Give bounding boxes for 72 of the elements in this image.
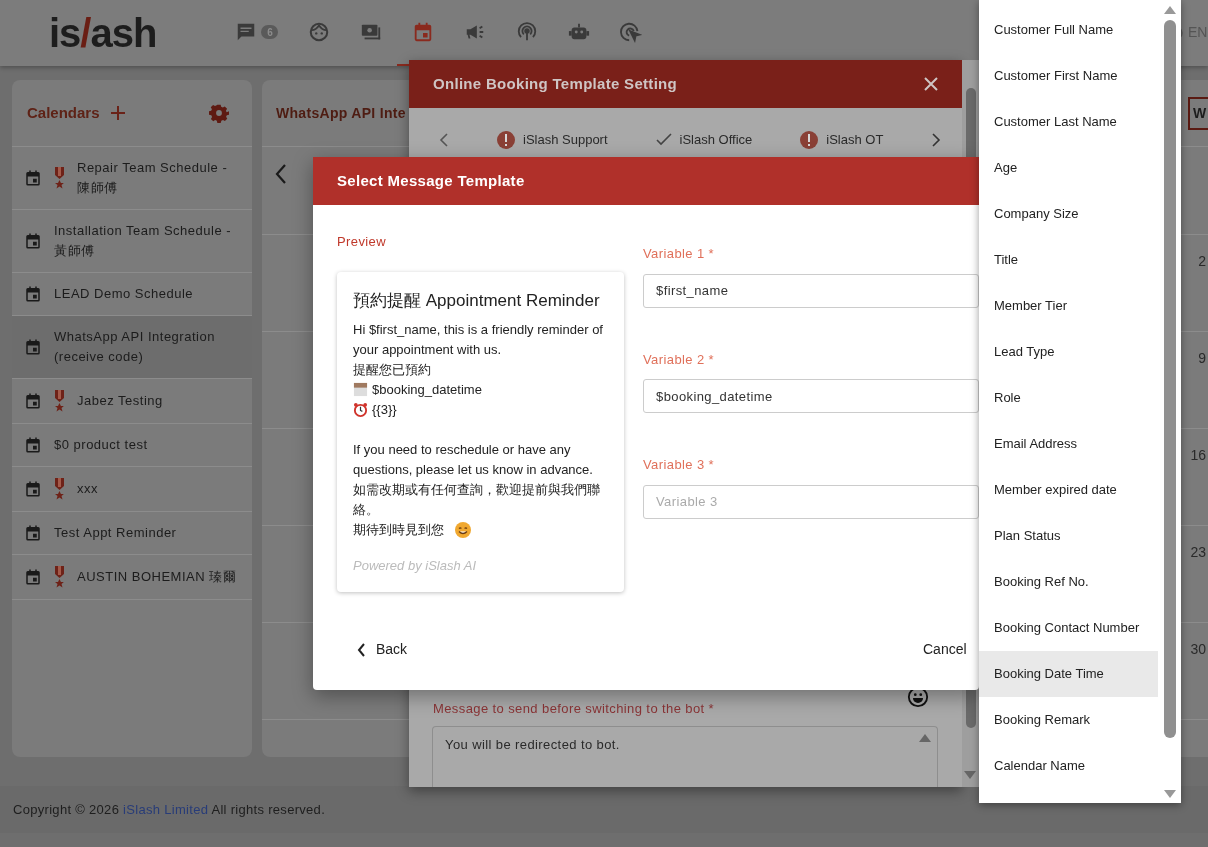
broadcast-icon — [516, 21, 539, 43]
preview-title: 預約提醒 Appointment Reminder — [353, 289, 601, 312]
copyright-text: Copyright © 2026 iSlash Limited All rights reserved. — [13, 800, 326, 819]
message-text: 提醒您已預約 — [353, 361, 431, 379]
message-text: 期待到時見到您 — [353, 521, 444, 539]
step-tab[interactable]: iSlash OT — [800, 130, 884, 150]
powered-by-text: Powered by iSlash AI — [353, 557, 478, 575]
check-icon — [655, 132, 672, 147]
add-icon[interactable] — [109, 105, 126, 121]
scroll-up-icon[interactable] — [1164, 6, 1176, 14]
calendar-icon — [24, 524, 42, 542]
preview-label: Preview — [337, 233, 388, 251]
face-icon — [308, 21, 331, 43]
calendar-icon — [24, 436, 42, 454]
message-text: $booking_datetime — [372, 381, 482, 399]
calendar-icon — [24, 480, 42, 498]
warning-icon — [800, 130, 819, 149]
calendar-list-item[interactable]: $0 product test — [12, 424, 252, 467]
field-label: Variable 1 * — [643, 245, 716, 263]
dialog-title: Online Booking Template Setting — [433, 73, 678, 94]
variable-field[interactable]: $first_name — [643, 273, 979, 308]
calendar-title: WhatsApp API Inte — [276, 103, 406, 123]
cancel-button[interactable]: Cancel — [919, 637, 971, 662]
scroll-down-icon[interactable] — [1164, 790, 1176, 798]
menu-item[interactable]: Booking Date Time — [979, 651, 1158, 697]
day-number: 9 — [1198, 349, 1206, 368]
calendar-list-item[interactable]: AUSTIN BOHEMIAN 瑧爾 — [12, 555, 252, 600]
dialog-title: Select Message Template — [337, 170, 525, 191]
calendar-icon — [24, 232, 42, 250]
calendar-icon — [24, 392, 42, 410]
message-text: If you need to reschedule or have any questions, please let us know in advance. — [353, 441, 594, 479]
back-button[interactable]: Back — [353, 637, 412, 662]
message-text: Hi $first_name, this is a friendly reminder of your appointment with us. — [353, 321, 604, 359]
variable-field[interactable]: $booking_datetime — [643, 379, 979, 413]
message-field[interactable]: You will be redirected to bot. — [432, 726, 938, 787]
calendar-icon — [24, 568, 42, 586]
day-number: 23 — [1190, 543, 1206, 562]
message-text: {{3}} — [372, 401, 397, 419]
calendar-list-item[interactable]: xxx — [12, 467, 252, 512]
cursor-click-icon — [620, 21, 643, 43]
step-tab[interactable]: iSlash Support — [497, 130, 608, 150]
alarm-clock-icon — [353, 402, 368, 417]
panel-title: Calendars — [27, 102, 100, 123]
field-label: Message to send before switching to the bot * — [433, 700, 715, 718]
step-tab[interactable]: iSlash Office — [655, 130, 753, 150]
field-label: Variable 2 * — [643, 350, 716, 369]
day-number: 2 — [1198, 252, 1206, 271]
message-text: 如需改期或有任何查詢，歡迎提前與我們聯絡。 — [353, 481, 601, 519]
scroll-up-icon[interactable] — [919, 734, 931, 742]
calendar-icon — [353, 382, 368, 397]
calendar-list-item[interactable]: Installation Team Schedule - 黃師傅 — [12, 210, 252, 273]
chevron-left-icon — [357, 642, 366, 657]
warning-icon — [497, 130, 515, 149]
variable-field[interactable]: Variable 3 — [643, 484, 979, 519]
scrollbar[interactable] — [1163, 6, 1177, 798]
settings-icon[interactable] — [209, 103, 229, 123]
close-icon[interactable] — [924, 77, 938, 91]
calendar-icon — [24, 338, 42, 356]
calendar-list-item[interactable]: Jabez Testing — [12, 379, 252, 424]
scroll-down-icon[interactable] — [964, 771, 976, 779]
calendar-icon — [24, 285, 42, 303]
calendar-icon — [24, 169, 42, 187]
smiling-face-icon — [454, 521, 472, 539]
logo[interactable]: is/ash — [49, 13, 157, 53]
calendar-list-item[interactable]: Test Appt Reminder — [12, 512, 252, 555]
calendar-list-item[interactable]: Repair Team Schedule - 陳師傅 — [12, 147, 252, 210]
chevron-right-icon[interactable] — [931, 132, 942, 147]
chevron-left-icon[interactable] — [439, 132, 449, 147]
day-number: 30 — [1190, 640, 1206, 659]
weekday-header: W — [1188, 96, 1208, 130]
day-number: 16 — [1190, 446, 1206, 465]
field-label: Variable 3 * — [643, 456, 716, 474]
